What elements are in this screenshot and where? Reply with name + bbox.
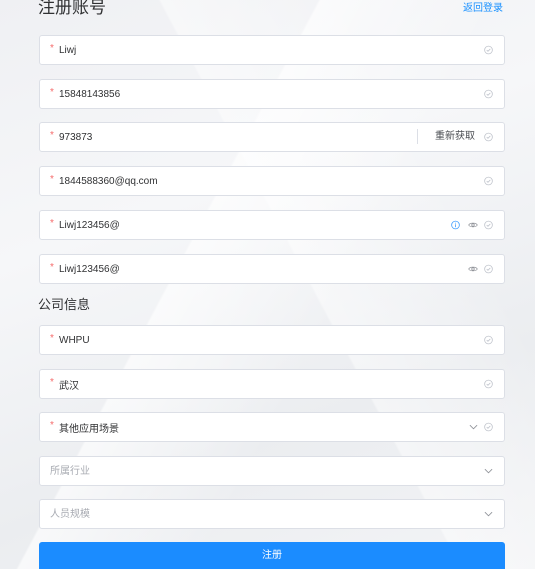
check-circle-icon [484, 45, 493, 55]
required-mark: * [50, 420, 54, 431]
required-mark: * [50, 218, 54, 229]
city-field: * [39, 369, 505, 399]
company-name-field: * [39, 325, 505, 355]
info-circle-icon [451, 220, 460, 230]
required-mark: * [50, 87, 54, 98]
check-circle-icon [484, 264, 493, 274]
password-input[interactable] [59, 211, 439, 239]
required-mark: * [50, 333, 54, 344]
confirm-password-input[interactable] [59, 255, 439, 283]
required-mark: * [50, 43, 54, 54]
email-input[interactable] [59, 167, 459, 195]
company-size-select[interactable] [39, 499, 505, 529]
industry-select[interactable] [39, 456, 505, 486]
required-mark: * [50, 377, 54, 388]
scenario-select-value[interactable] [59, 413, 439, 441]
check-circle-icon [484, 422, 493, 432]
city-input[interactable] [59, 370, 459, 398]
phone-field: * [39, 79, 505, 109]
required-mark: * [50, 130, 54, 141]
phone-input[interactable] [59, 80, 459, 108]
industry-select-value[interactable] [50, 457, 470, 485]
check-circle-icon [484, 220, 493, 230]
check-circle-icon [484, 89, 493, 99]
back-to-login-link[interactable]: 返回登录 [463, 3, 503, 15]
check-circle-icon [484, 176, 493, 186]
check-circle-icon [484, 379, 493, 389]
register-button[interactable]: 注册 [39, 542, 505, 569]
username-input[interactable] [59, 36, 459, 64]
required-mark: * [50, 174, 54, 185]
password-field: * [39, 210, 505, 240]
page-title: 注册账号 [38, 0, 106, 18]
company-section-title: 公司信息 [38, 298, 91, 313]
eye-icon[interactable] [468, 265, 478, 273]
company-size-select-value[interactable] [50, 500, 470, 528]
verification-code-field: * 重新获取 [39, 122, 505, 152]
verification-code-input[interactable] [59, 123, 411, 151]
chevron-down-icon[interactable] [469, 424, 478, 430]
email-field: * [39, 166, 505, 196]
username-field: * [39, 35, 505, 65]
check-circle-icon [484, 335, 493, 345]
register-page: 注册账号 返回登录 * * * 重新获取 * * [0, 0, 535, 569]
scenario-select[interactable]: * [39, 412, 505, 442]
chevron-down-icon[interactable] [484, 468, 493, 474]
resend-code-button[interactable]: 重新获取 [435, 123, 475, 151]
required-mark: * [50, 262, 54, 273]
eye-icon[interactable] [468, 221, 478, 229]
confirm-password-field: * [39, 254, 505, 284]
check-circle-icon [484, 132, 493, 142]
divider [417, 129, 418, 144]
chevron-down-icon[interactable] [484, 511, 493, 517]
company-name-input[interactable] [59, 326, 459, 354]
